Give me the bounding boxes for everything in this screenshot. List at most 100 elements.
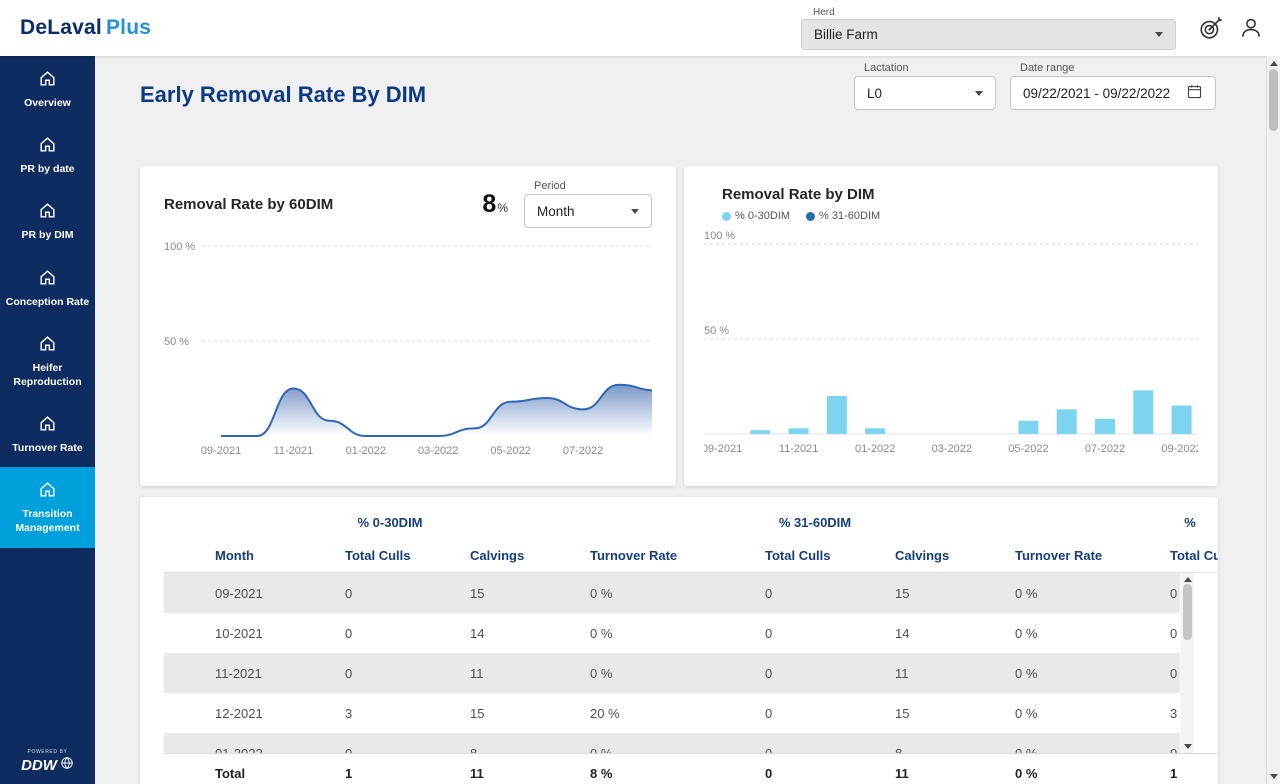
table-row: 10-20210140 %0140 %0 bbox=[164, 613, 1180, 653]
table-cell: 0 bbox=[765, 666, 895, 681]
table-cell: 8 bbox=[470, 746, 590, 754]
sidebar-item-label: PR by DIM bbox=[5, 228, 90, 242]
page-title: Early Removal Rate By DIM bbox=[140, 82, 426, 108]
table-cell: 0 bbox=[1170, 666, 1180, 681]
table-cell: 0 % bbox=[1015, 626, 1170, 641]
herd-select[interactable]: Billie Farm bbox=[801, 19, 1176, 50]
sidebar-item-turnover-rate[interactable]: Turnover Rate bbox=[0, 401, 95, 467]
table-cell: 0 bbox=[1170, 586, 1180, 601]
daterange-value: 09/22/2021 - 09/22/2022 bbox=[1023, 86, 1170, 101]
home-icon bbox=[38, 414, 57, 438]
table-cell: 0 bbox=[345, 746, 470, 754]
svg-text:11-2021: 11-2021 bbox=[274, 445, 314, 457]
user-icon[interactable] bbox=[1238, 15, 1264, 41]
sidebar-item-label: Transition Management bbox=[5, 507, 90, 535]
line-chart-title: Removal Rate by 60DIM bbox=[164, 196, 333, 213]
total-cell: 8 % bbox=[590, 766, 765, 781]
table-group-label: % bbox=[1184, 515, 1196, 530]
chevron-down-icon bbox=[975, 91, 983, 96]
svg-text:100 %: 100 % bbox=[164, 241, 195, 253]
table-cell: 0 % bbox=[590, 626, 765, 641]
chart-cards-row: Removal Rate by 60DIM 8 % Period Month bbox=[140, 166, 1266, 486]
column-header-cell: Calvings bbox=[895, 548, 1015, 563]
scroll-down-icon[interactable] bbox=[1184, 744, 1192, 749]
scroll-up-icon[interactable] bbox=[1184, 577, 1192, 582]
home-icon bbox=[38, 334, 57, 358]
scroll-up-icon[interactable] bbox=[1270, 61, 1278, 66]
legend-label: % 31-60DIM bbox=[819, 210, 880, 222]
sidebar: Overview PR by date PR by DIM Conception Ra… bbox=[0, 56, 95, 784]
period-select[interactable]: Month bbox=[524, 194, 652, 228]
table-cell: 10-2021 bbox=[215, 626, 345, 641]
sidebar-item-pr-by-date[interactable]: PR by date bbox=[0, 122, 95, 188]
table-cell: 01-2022 bbox=[215, 746, 345, 754]
sidebar-footer: POWERED BY DDW bbox=[0, 749, 95, 784]
scroll-down-icon[interactable] bbox=[1270, 774, 1278, 779]
period-field: Period Month bbox=[524, 180, 652, 228]
home-icon bbox=[38, 69, 57, 93]
total-cell: 11 bbox=[895, 766, 1015, 781]
home-icon bbox=[38, 201, 57, 225]
sidebar-item-overview[interactable]: Overview bbox=[0, 56, 95, 122]
bar-chart-title: Removal Rate by DIM bbox=[722, 186, 1198, 203]
total-cell: 1 bbox=[345, 766, 470, 781]
chevron-down-icon bbox=[1155, 32, 1163, 37]
table-cell: 15 bbox=[470, 706, 590, 721]
table-cell: 0 bbox=[765, 706, 895, 721]
table-cell: 0 bbox=[345, 626, 470, 641]
period-label: Period bbox=[534, 180, 652, 192]
lactation-select[interactable]: L0 bbox=[854, 76, 996, 110]
daterange-field: Date range 09/22/2021 - 09/22/2022 bbox=[1010, 62, 1216, 110]
table-cell: 3 bbox=[345, 706, 470, 721]
herd-label: Herd bbox=[813, 7, 1176, 18]
herd-field: Herd Billie Farm bbox=[801, 6, 1176, 50]
globe-icon bbox=[60, 756, 74, 774]
table-cell: 0 bbox=[1170, 626, 1180, 641]
sidebar-nav: Overview PR by date PR by DIM Conception Ra… bbox=[0, 56, 95, 548]
table-cell: 15 bbox=[895, 706, 1015, 721]
line-chart: 100 %50 %09-202111-202101-202203-202205-… bbox=[164, 232, 652, 469]
line-card-header: Removal Rate by 60DIM 8 % Period Month bbox=[164, 180, 652, 228]
table-cell: 0 % bbox=[590, 746, 765, 754]
herd-value: Billie Farm bbox=[814, 27, 878, 42]
table-group-label: % 31-60DIM bbox=[779, 515, 851, 530]
table-cell: 15 bbox=[895, 586, 1015, 601]
sidebar-item-label: Conception Rate bbox=[5, 295, 90, 309]
home-icon bbox=[38, 480, 57, 504]
table-cell: 11 bbox=[470, 666, 590, 681]
sidebar-item-pr-by-dim[interactable]: PR by DIM bbox=[0, 188, 95, 254]
chevron-down-icon bbox=[631, 209, 639, 214]
table-cell: 0 % bbox=[1015, 746, 1170, 754]
period-value: Month bbox=[537, 204, 575, 219]
table-vertical-scrollbar[interactable] bbox=[1181, 573, 1194, 753]
column-header-cell: Total Culls bbox=[1170, 548, 1218, 563]
logo-plus: Plus bbox=[106, 16, 151, 39]
svg-text:01-2022: 01-2022 bbox=[346, 445, 386, 457]
sidebar-item-label: Overview bbox=[5, 96, 90, 110]
filters: Lactation L0 Date range 09/22/2021 - 09/… bbox=[854, 62, 1216, 110]
target-icon[interactable] bbox=[1198, 15, 1224, 41]
page-scroll-thumb[interactable] bbox=[1269, 69, 1278, 131]
logo-delaval: DeLaval bbox=[20, 16, 102, 39]
sidebar-item-label: Turnover Rate bbox=[5, 441, 90, 455]
page-scrollbar[interactable] bbox=[1266, 56, 1280, 784]
svg-text:09-2021: 09-2021 bbox=[201, 445, 241, 457]
table-total-row: Total1118 %0110 %1 bbox=[164, 753, 1218, 784]
table-row: 09-20210150 %0150 %0 bbox=[164, 573, 1180, 613]
table-cell: 0 % bbox=[590, 666, 765, 681]
vertical-scroll-thumb[interactable] bbox=[1183, 584, 1192, 640]
table-cell: 20 % bbox=[590, 706, 765, 721]
svg-text:03-2022: 03-2022 bbox=[418, 445, 458, 457]
legend-item: % 31-60DIM bbox=[806, 210, 880, 222]
table-cell: 11 bbox=[895, 666, 1015, 681]
sidebar-item-label: Heifer Reproduction bbox=[5, 361, 90, 389]
sidebar-item-transition-management[interactable]: Transition Management bbox=[0, 467, 95, 547]
table-header: MonthTotal CullsCalvingsTurnover RateTot… bbox=[164, 539, 1218, 573]
sidebar-item-conception-rate[interactable]: Conception Rate bbox=[0, 255, 95, 321]
table-cell: 0 bbox=[765, 746, 895, 754]
daterange-input[interactable]: 09/22/2021 - 09/22/2022 bbox=[1010, 76, 1216, 110]
table-cell: 0 bbox=[345, 586, 470, 601]
lactation-value: L0 bbox=[867, 86, 882, 101]
topbar: DeLavalPlus Herd Billie Farm bbox=[0, 0, 1280, 56]
sidebar-item-heifer-reproduction[interactable]: Heifer Reproduction bbox=[0, 321, 95, 401]
